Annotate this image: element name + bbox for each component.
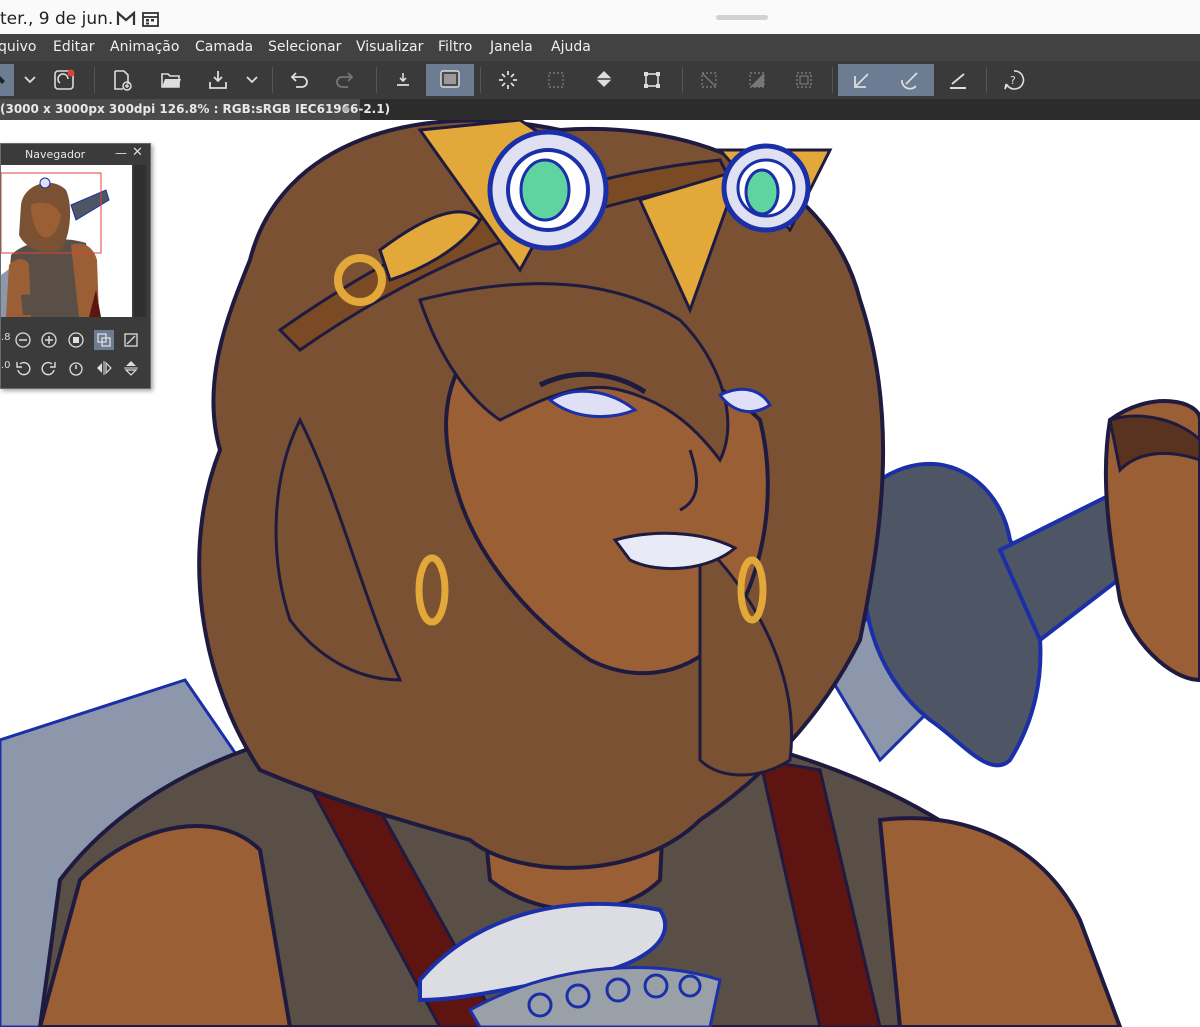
zoom-value: .8 — [1, 332, 11, 343]
open-folder-icon[interactable] — [155, 64, 187, 96]
document-tab-label: (3000 x 3000px 300dpi 126.8% : RGB:sRGB … — [0, 102, 391, 116]
menu-bar: quivo Editar Animação Camada Selecionar … — [0, 34, 1200, 61]
fit-window-icon[interactable] — [94, 330, 114, 350]
zoom-out-icon[interactable] — [13, 330, 33, 350]
menu-layer[interactable]: Camada — [195, 39, 253, 55]
command-bar: ? — [0, 61, 1200, 99]
navigator-scrollbar[interactable] — [134, 165, 146, 317]
brush-stabilizer-icon[interactable] — [886, 64, 934, 96]
actual-size-icon[interactable] — [121, 330, 141, 350]
navigator-panel: Navegador — ✕ .8 .0 — [0, 143, 151, 389]
close-icon[interactable]: ✕ — [132, 145, 143, 160]
transform-icon[interactable] — [636, 64, 668, 96]
deselect-icon[interactable] — [693, 64, 725, 96]
menu-select[interactable]: Selecionar — [268, 39, 341, 55]
menu-window[interactable]: Janela — [490, 39, 533, 55]
save-icon[interactable] — [202, 64, 234, 96]
menu-help[interactable]: Ajuda — [551, 39, 591, 55]
reset-rotation-icon[interactable] — [66, 358, 86, 378]
clip-studio-icon[interactable] — [48, 64, 80, 96]
redo-icon[interactable] — [330, 64, 362, 96]
artwork — [0, 120, 1200, 1027]
document-tab[interactable]: (3000 x 3000px 300dpi 126.8% : RGB:sRGB … — [0, 99, 390, 120]
system-status-bar: ter., 9 de jun. — [0, 0, 1200, 34]
fill-icon[interactable] — [588, 64, 620, 96]
menu-view[interactable]: Visualizar — [356, 39, 423, 55]
pen-dropdown-icon[interactable] — [0, 64, 14, 96]
document-tab-bar: (3000 x 3000px 300dpi 126.8% : RGB:sRGB … — [0, 99, 1200, 120]
help-icon[interactable]: ? — [998, 64, 1030, 96]
rotate-left-icon[interactable] — [13, 358, 33, 378]
navigator-title: Navegador — [25, 148, 86, 161]
pen-stabilizer-icon[interactable] — [838, 64, 886, 96]
show-layer-icon[interactable] — [426, 64, 474, 96]
gmail-icon — [116, 10, 136, 30]
rotation-value: .0 — [1, 360, 11, 371]
minimize-icon[interactable]: — — [115, 146, 127, 160]
undo-icon[interactable] — [282, 64, 314, 96]
export-icon[interactable] — [387, 64, 419, 96]
menu-animation[interactable]: Animação — [110, 39, 179, 55]
lasso-select-icon[interactable] — [492, 64, 524, 96]
ruler-snap-icon[interactable] — [942, 64, 974, 96]
chevron-down-icon[interactable] — [240, 64, 264, 96]
drag-handle[interactable] — [716, 15, 768, 20]
navigator-preview[interactable] — [1, 165, 132, 317]
menu-file[interactable]: quivo — [0, 39, 37, 55]
calendar-icon — [142, 11, 159, 31]
invert-selection-icon[interactable] — [741, 64, 773, 96]
flip-vertical-icon[interactable] — [121, 358, 141, 378]
select-all-icon[interactable] — [540, 64, 572, 96]
fit-screen-icon[interactable] — [66, 330, 86, 350]
new-file-icon[interactable] — [106, 64, 138, 96]
chevron-down-icon[interactable] — [18, 64, 42, 96]
rotate-right-icon[interactable] — [39, 358, 59, 378]
svg-text:?: ? — [1010, 74, 1016, 87]
selection-border-icon[interactable] — [788, 64, 820, 96]
status-date: ter., 9 de jun. — [0, 9, 114, 29]
zoom-in-icon[interactable] — [39, 330, 59, 350]
drawing-canvas[interactable] — [0, 120, 1200, 1027]
flip-horizontal-icon[interactable] — [94, 358, 114, 378]
menu-filter[interactable]: Filtro — [438, 39, 472, 55]
document-tab-close-icon[interactable] — [343, 106, 349, 112]
menu-edit[interactable]: Editar — [53, 39, 94, 55]
